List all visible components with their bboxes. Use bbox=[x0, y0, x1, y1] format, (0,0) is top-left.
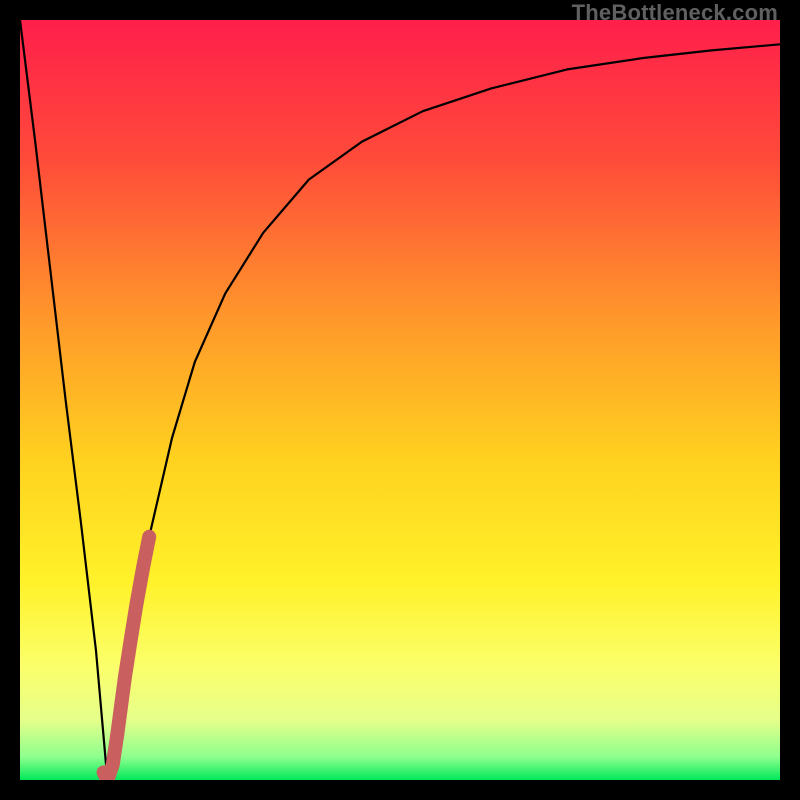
watermark-label: TheBottleneck.com bbox=[572, 0, 778, 26]
gradient-background bbox=[20, 20, 780, 780]
bottleneck-chart bbox=[20, 20, 780, 780]
